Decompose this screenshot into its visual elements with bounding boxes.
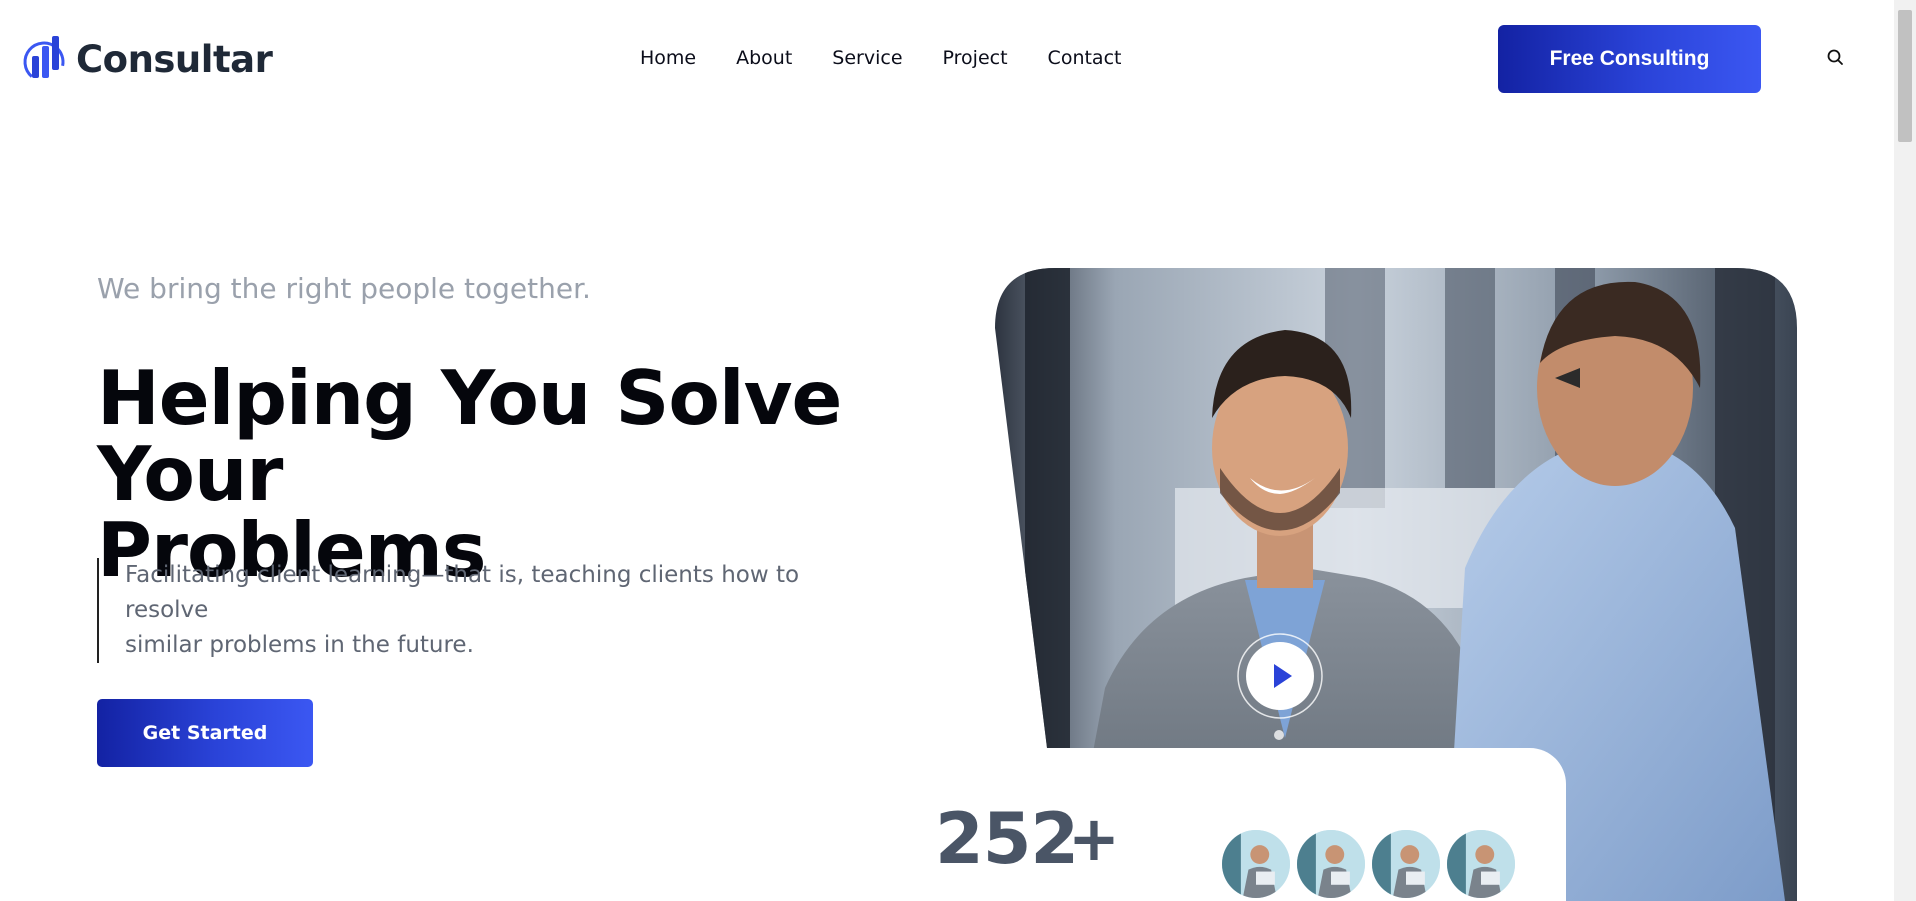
nav-item-service[interactable]: Service — [812, 47, 922, 69]
nav-item-contact[interactable]: Contact — [1028, 47, 1142, 69]
stat-number: 252 — [935, 798, 1079, 880]
hero-quote: Facilitating client learning—that is, te… — [97, 558, 877, 663]
nav-item-about[interactable]: About — [716, 47, 812, 69]
stat-suffix: + — [1068, 802, 1120, 875]
avatar — [1295, 828, 1367, 900]
avatar — [1220, 828, 1292, 900]
client-avatars — [1220, 828, 1520, 900]
free-consulting-button[interactable]: Free Consulting — [1498, 25, 1761, 93]
site-header: Consultar Home About Service Project Con… — [0, 0, 1894, 120]
brand-logo[interactable]: Consultar — [22, 34, 273, 84]
hero-quote-line-1: Facilitating client learning—that is, te… — [125, 562, 800, 623]
play-indicator-dot — [1274, 730, 1284, 740]
brand-name: Consultar — [76, 37, 273, 81]
bar-chart-logo-icon — [23, 36, 65, 83]
avatar — [1445, 828, 1517, 900]
hero-quote-line-2: similar problems in the future. — [125, 632, 474, 658]
scrollbar-thumb[interactable] — [1898, 10, 1912, 142]
nav-item-project[interactable]: Project — [923, 47, 1028, 69]
hero-headline: Helping You Solve Your Problems — [97, 360, 977, 588]
main-nav: Home About Service Project Contact — [620, 47, 1141, 69]
nav-item-home[interactable]: Home — [620, 47, 716, 69]
play-icon[interactable] — [1236, 632, 1324, 720]
hero-headline-line-1: Helping You Solve Your — [97, 354, 842, 518]
avatar — [1370, 828, 1442, 900]
get-started-button[interactable]: Get Started — [97, 699, 313, 767]
hero-eyebrow: We bring the right people together. — [97, 272, 591, 305]
search-icon[interactable] — [1826, 48, 1846, 68]
page-scrollbar[interactable] — [1894, 0, 1916, 901]
